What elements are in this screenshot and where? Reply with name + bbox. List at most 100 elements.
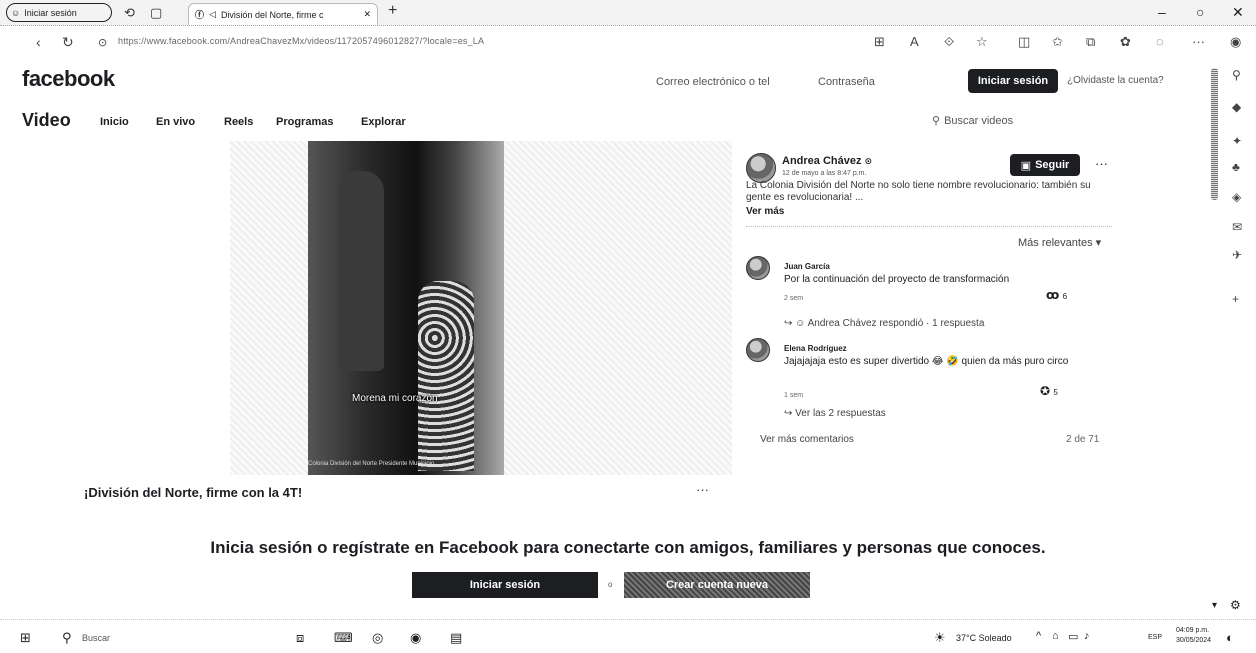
office-icon[interactable]: ◈ bbox=[1232, 190, 1241, 204]
commenter-avatar[interactable] bbox=[746, 256, 770, 280]
nav-en-vivo[interactable]: En vivo bbox=[156, 116, 195, 128]
nav-inicio[interactable]: Inicio bbox=[100, 116, 129, 128]
language-indicator[interactable]: ESP bbox=[1148, 634, 1162, 641]
search-videos-placeholder: Buscar videos bbox=[944, 114, 1014, 127]
workspaces-icon[interactable]: ⟲ bbox=[124, 5, 135, 21]
verified-icon: ⊙ bbox=[864, 156, 873, 166]
nav-explorar[interactable]: Explorar bbox=[361, 116, 406, 128]
comment-time[interactable]: 2 sem bbox=[784, 295, 803, 302]
windows-start-icon[interactable]: ⊞ bbox=[20, 630, 31, 646]
cta-login-button[interactable]: Iniciar sesión bbox=[412, 572, 598, 598]
post-date[interactable]: 12 de mayo a las 8:47 p.m. bbox=[782, 170, 866, 177]
search-videos-input[interactable]: ⚲ Buscar videos bbox=[932, 114, 1014, 128]
divider bbox=[746, 226, 1112, 227]
comment-reactions[interactable]: ✪ 5 bbox=[1040, 384, 1058, 398]
scrollbar[interactable] bbox=[1211, 68, 1218, 200]
network-icon[interactable]: ⌂ bbox=[1052, 630, 1059, 642]
minimize-icon[interactable]: – bbox=[1158, 4, 1166, 20]
favorites-icon[interactable]: ✩ bbox=[1052, 34, 1063, 50]
terminal-icon[interactable]: ⌨ bbox=[334, 630, 353, 646]
outlook-icon[interactable]: ✉ bbox=[1232, 220, 1242, 234]
post-more-button[interactable]: ··· bbox=[1095, 156, 1108, 171]
games-icon[interactable]: ♣ bbox=[1232, 160, 1240, 174]
weather-text[interactable]: 37°C Soleado bbox=[956, 633, 1012, 643]
address-bar: ‹ ↻ ⊙ https://www.facebook.com/AndreaCha… bbox=[0, 26, 1256, 58]
password-field[interactable]: Contraseña bbox=[818, 72, 875, 92]
refresh-icon[interactable]: ↻ bbox=[62, 34, 74, 51]
view-replies-link[interactable]: ↪ Ver las 2 respuestas bbox=[784, 408, 886, 419]
author-avatar[interactable] bbox=[746, 153, 776, 183]
email-placeholder: Correo electrónico o tel bbox=[656, 76, 770, 88]
menu-icon[interactable]: ··· bbox=[1192, 34, 1205, 49]
tray-chevron-icon[interactable]: ^ bbox=[1036, 630, 1041, 642]
file-explorer-icon[interactable]: ▤ bbox=[450, 630, 462, 646]
settings-icon[interactable]: ⚙ bbox=[1230, 598, 1241, 612]
add-sidebar-icon[interactable]: + bbox=[1232, 292, 1239, 306]
search-sidebar-icon[interactable]: ⚲ bbox=[1232, 68, 1241, 82]
profile-button[interactable]: ☺ Iniciar sesión bbox=[6, 3, 112, 22]
or-separator: o bbox=[608, 580, 613, 589]
url-field[interactable]: https://www.facebook.com/AndreaChavezMx/… bbox=[118, 36, 484, 46]
video-more-button[interactable]: ··· bbox=[696, 482, 709, 497]
weather-icon[interactable]: ☀ bbox=[934, 630, 946, 646]
tab-active[interactable]: ⓕ ◁ División del Norte, firme c ✕ bbox=[188, 3, 378, 25]
comment-time[interactable]: 1 sem bbox=[784, 392, 803, 399]
email-field[interactable]: Correo electrónico o tel bbox=[656, 72, 770, 92]
author-name[interactable]: Andrea Chávez ⊙ bbox=[782, 155, 872, 167]
nav-reels[interactable]: Reels bbox=[224, 116, 253, 128]
close-tab-icon[interactable]: ✕ bbox=[363, 9, 371, 20]
read-aloud-icon[interactable]: A bbox=[910, 34, 919, 49]
copilot-icon[interactable]: ◌ bbox=[1156, 34, 1164, 49]
sort-comments-dropdown[interactable]: Más relevantes ▾ bbox=[1018, 236, 1101, 249]
shopping-icon[interactable]: ◆ bbox=[1232, 100, 1241, 114]
scroll-down-icon[interactable]: ▾ bbox=[1212, 600, 1217, 611]
new-tab-icon[interactable]: + bbox=[388, 2, 397, 20]
create-account-button[interactable]: Crear cuenta nueva bbox=[624, 572, 810, 598]
drop-icon[interactable]: ✈ bbox=[1232, 248, 1242, 262]
battery-icon[interactable]: ▭ bbox=[1068, 630, 1078, 643]
login-button[interactable]: Iniciar sesión bbox=[968, 69, 1058, 93]
taskbar-search-label[interactable]: Buscar bbox=[82, 633, 110, 643]
commenter-name[interactable]: Juan García bbox=[784, 262, 830, 271]
taskbar-search-icon[interactable]: ⚲ bbox=[62, 630, 72, 646]
clock-date[interactable]: 30/05/2024 bbox=[1176, 637, 1211, 644]
video-caption: Morena mi corazón bbox=[352, 393, 438, 404]
reaction-count: 6 bbox=[1062, 292, 1068, 301]
tab-actions-icon[interactable]: ▢ bbox=[150, 5, 162, 21]
facebook-logo[interactable]: facebook bbox=[22, 66, 115, 92]
edge-icon[interactable]: ◉ bbox=[1230, 34, 1241, 50]
more-comments-link[interactable]: Ver más comentarios bbox=[760, 434, 854, 445]
edge-taskbar-icon[interactable]: ◎ bbox=[372, 630, 383, 646]
password-placeholder: Contraseña bbox=[818, 76, 875, 88]
reaction-icon: ꝏ bbox=[1046, 288, 1060, 302]
back-icon[interactable]: ‹ bbox=[36, 34, 41, 50]
apps-icon[interactable]: ⊞ bbox=[874, 34, 885, 50]
extensions-icon[interactable]: ✿ bbox=[1120, 34, 1131, 50]
chrome-taskbar-icon[interactable]: ◉ bbox=[410, 630, 421, 646]
collections-icon[interactable]: ⧉ bbox=[1086, 34, 1095, 50]
follow-button[interactable]: ▣ Seguir bbox=[1010, 154, 1080, 176]
reaction-icon: ✪ bbox=[1040, 384, 1051, 398]
task-view-icon[interactable]: ⧈ bbox=[296, 630, 304, 646]
commenter-name[interactable]: Elena Rodríguez bbox=[784, 344, 847, 353]
comment-text: Por la continuación del proyecto de tran… bbox=[784, 274, 1010, 285]
video-player[interactable]: Morena mi corazón Colonia División del N… bbox=[230, 141, 732, 475]
split-screen-icon[interactable]: ◫ bbox=[1018, 34, 1030, 50]
restore-icon[interactable]: ○ bbox=[1196, 4, 1204, 20]
forgot-account-link[interactable]: ¿Olvidaste la cuenta? bbox=[1067, 75, 1164, 86]
notifications-icon[interactable]: ◐ bbox=[1226, 630, 1234, 645]
nav-programas[interactable]: Programas bbox=[276, 116, 333, 128]
volume-icon[interactable]: ♪ bbox=[1084, 630, 1090, 642]
translate-icon[interactable]: ⟐ bbox=[944, 34, 954, 50]
clock-time[interactable]: 04:09 p.m. bbox=[1176, 627, 1209, 634]
reply-link[interactable]: ↪ ☺ Andrea Chávez respondió · 1 respuest… bbox=[784, 318, 984, 329]
close-window-icon[interactable]: ✕ bbox=[1232, 4, 1244, 21]
follow-icon: ▣ bbox=[1020, 159, 1032, 172]
lock-icon[interactable]: ⊙ bbox=[98, 36, 107, 49]
favorite-icon[interactable]: ☆ bbox=[976, 34, 988, 50]
see-more-link[interactable]: Ver más bbox=[746, 206, 784, 217]
comment-reactions[interactable]: ꝏ 6 bbox=[1046, 288, 1067, 302]
video-section-title[interactable]: Video bbox=[22, 110, 71, 131]
commenter-avatar[interactable] bbox=[746, 338, 770, 362]
tools-icon[interactable]: ✦ bbox=[1232, 134, 1242, 148]
